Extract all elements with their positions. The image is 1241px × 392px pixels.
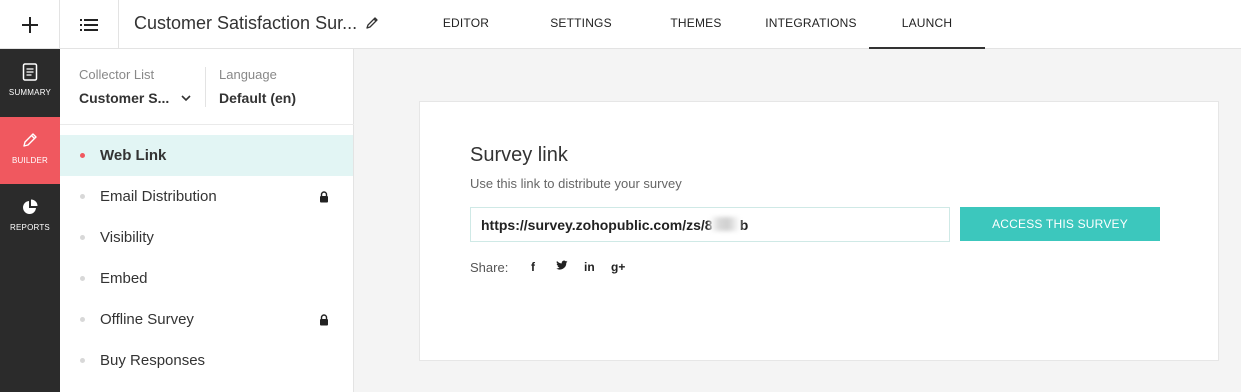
survey-title: Customer Satisfaction Sur...	[134, 13, 358, 33]
menu-item-email-distribution[interactable]: Email Distribution	[60, 176, 353, 217]
rail-label: BUILDER	[11, 156, 49, 165]
menu-label: Email Distribution	[100, 188, 217, 205]
bullet	[80, 153, 85, 158]
card-subtitle: Use this link to distribute your survey	[470, 176, 682, 191]
pencil-icon	[23, 133, 37, 147]
chevron-down-icon	[181, 94, 191, 101]
survey-link-card: Survey link Use this link to distribute …	[419, 101, 1219, 361]
menu-item-web-link[interactable]: Web Link	[60, 135, 353, 176]
document-icon	[22, 63, 38, 81]
menu-label: Offline Survey	[100, 311, 194, 328]
list-icon	[80, 18, 98, 31]
share-label: Share:	[470, 260, 509, 275]
language-label: Language	[219, 67, 277, 82]
twitter-icon[interactable]	[556, 260, 568, 274]
top-bar: Customer Satisfaction Sur... EDITOR SETT…	[0, 0, 1241, 49]
menu-label: Buy Responses	[100, 352, 206, 369]
tab-integrations[interactable]: INTEGRATIONS	[760, 0, 862, 49]
tab-launch[interactable]: LAUNCH	[869, 0, 985, 49]
bullet	[80, 358, 85, 363]
rail-item-summary[interactable]: SUMMARY	[0, 49, 60, 116]
bullet	[80, 235, 85, 240]
plus-icon	[21, 16, 38, 33]
launch-panel: Collector List Customer S... Language De…	[60, 49, 354, 392]
menu-label: Visibility	[100, 229, 154, 246]
lock-icon	[320, 191, 328, 203]
pie-chart-icon	[23, 199, 38, 214]
tab-settings[interactable]: SETTINGS	[540, 0, 622, 49]
card-title: Survey link	[470, 144, 568, 166]
menu-label: Web Link	[100, 147, 167, 164]
access-survey-button[interactable]: ACCESS THIS SURVEY	[960, 207, 1160, 241]
menu-item-visibility[interactable]: Visibility	[60, 217, 353, 258]
bullet	[80, 276, 85, 281]
menu-label: Embed	[100, 270, 148, 287]
collector-value: Customer S...	[79, 90, 170, 106]
facebook-icon[interactable]: f	[531, 260, 535, 274]
redacted-text	[710, 217, 740, 231]
bullet	[80, 317, 85, 322]
tab-editor[interactable]: EDITOR	[431, 0, 501, 49]
rail-item-reports[interactable]: REPORTS	[0, 184, 60, 251]
google-plus-icon[interactable]: g+	[611, 260, 625, 274]
menu-item-embed[interactable]: Embed	[60, 258, 353, 299]
collector-label: Collector List	[79, 67, 155, 82]
menu-button[interactable]	[60, 0, 119, 49]
bullet	[80, 194, 85, 199]
divider	[60, 124, 354, 125]
language-value: Default (en)	[219, 90, 296, 106]
rail-label: SUMMARY	[8, 88, 52, 97]
tab-themes[interactable]: THEMES	[660, 0, 732, 49]
new-survey-button[interactable]	[0, 0, 60, 49]
menu-item-buy-responses[interactable]: Buy Responses	[60, 340, 353, 381]
left-rail: SUMMARY BUILDER REPORTS	[0, 49, 60, 392]
linkedin-icon[interactable]: in	[584, 260, 595, 274]
lock-icon	[320, 314, 328, 326]
pencil-icon[interactable]	[364, 15, 380, 31]
collector-select[interactable]: Collector List Customer S...	[79, 67, 207, 106]
rail-label: REPORTS	[10, 223, 50, 232]
rail-item-builder[interactable]: BUILDER	[0, 117, 60, 184]
menu-item-offline-survey[interactable]: Offline Survey	[60, 299, 353, 340]
language-select[interactable]: Language Default (en)	[205, 67, 296, 107]
